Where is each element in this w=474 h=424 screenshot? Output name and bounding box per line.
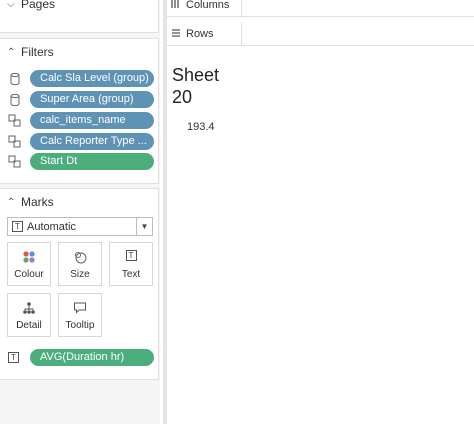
linked-field-icon: [8, 155, 22, 169]
size-label: Size: [70, 269, 90, 280]
size-button[interactable]: Size: [58, 242, 102, 286]
mark-type-dropdown[interactable]: T Automatic ▼: [7, 217, 153, 236]
columns-shelf[interactable]: Columns: [167, 0, 474, 17]
pages-title: Pages: [21, 0, 56, 11]
columns-icon: [171, 0, 181, 12]
filter-pill[interactable]: Start Dt: [30, 153, 154, 170]
dropdown-arrow-icon[interactable]: ▼: [136, 218, 152, 235]
text-button[interactable]: T Text: [109, 242, 153, 286]
mark-type-value: Automatic: [27, 220, 76, 233]
avg-duration-pill[interactable]: AVG(Duration hr): [30, 349, 154, 366]
measure-value[interactable]: 193.4: [187, 121, 215, 133]
marks-title: Marks: [21, 195, 54, 209]
filter-row[interactable]: Calc Sla Level (group): [8, 69, 154, 88]
colour-label: Colour: [14, 269, 44, 280]
collapse-caret-icon[interactable]: ⌃: [7, 47, 17, 58]
filter-pill[interactable]: Super Area (group): [30, 91, 154, 108]
sheet-title-line1: Sheet: [172, 65, 220, 85]
marks-text-field-row[interactable]: T AVG(Duration hr): [8, 348, 154, 367]
text-label: Text: [121, 269, 141, 280]
text-t-icon: T: [12, 221, 23, 232]
pages-header[interactable]: ⌵ Pages: [7, 0, 55, 11]
rows-label: Rows: [186, 28, 214, 40]
detail-button[interactable]: Detail: [7, 293, 51, 337]
view-pane: Columns Rows Sheet 20 193.4: [167, 0, 474, 424]
collapse-caret-icon[interactable]: ⌃: [7, 197, 17, 208]
linked-field-icon: [8, 135, 22, 149]
left-pane: ⌵ Pages ⌃ Filters Calc Sla Level (group)…: [0, 0, 160, 424]
filter-pill[interactable]: Calc Sla Level (group): [30, 70, 154, 87]
filter-row[interactable]: Super Area (group): [8, 90, 154, 109]
columns-shelf-label: Columns: [167, 0, 242, 17]
detail-label: Detail: [16, 320, 42, 331]
filter-row[interactable]: Start Dt: [8, 152, 154, 171]
collapse-caret-icon[interactable]: ⌵: [7, 0, 17, 10]
colour-dots-icon: [8, 250, 50, 264]
filter-row[interactable]: calc_items_name: [8, 111, 154, 130]
cylinder-icon: [8, 72, 22, 86]
speech-bubble-icon: [59, 301, 101, 315]
size-circles-icon: [59, 250, 101, 264]
filters-card: ⌃ Filters Calc Sla Level (group) Super A…: [0, 38, 159, 184]
tooltip-label: Tooltip: [65, 320, 95, 331]
filter-row[interactable]: Calc Reporter Type ...: [8, 132, 154, 151]
pages-card: ⌵ Pages: [0, 0, 159, 33]
filters-header[interactable]: ⌃ Filters: [7, 45, 54, 59]
sheet-title: Sheet 20: [172, 64, 219, 108]
filter-pill[interactable]: Calc Reporter Type ...: [30, 133, 154, 150]
rows-icon: [171, 28, 181, 41]
text-t-icon: T: [125, 250, 137, 261]
columns-label: Columns: [186, 0, 230, 11]
sheet-title-line2: 20: [172, 87, 193, 107]
rows-shelf[interactable]: Rows: [167, 22, 474, 46]
colour-button[interactable]: Colour: [7, 242, 51, 286]
linked-field-icon: [8, 114, 22, 128]
filters-title: Filters: [21, 45, 54, 59]
cylinder-icon: [8, 93, 22, 107]
filter-pill[interactable]: calc_items_name: [30, 112, 154, 129]
tooltip-button[interactable]: Tooltip: [58, 293, 102, 337]
marks-header[interactable]: ⌃ Marks: [7, 195, 54, 209]
text-t-icon: T: [8, 352, 19, 363]
text-icon-wrap: T: [110, 250, 152, 264]
detail-nodes-icon: [8, 301, 50, 315]
rows-shelf-label: Rows: [167, 22, 242, 46]
